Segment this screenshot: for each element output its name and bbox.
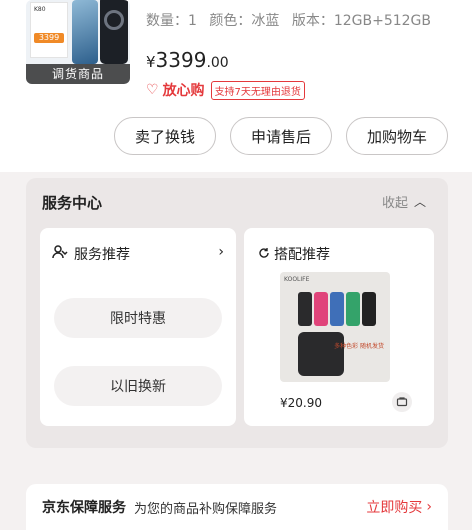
assurance-row: ♡ 放心购 支持7天无理由退货: [146, 80, 305, 100]
collapse-toggle[interactable]: 收起 ︿: [382, 192, 426, 211]
jd-protection-title: 京东保障服务: [42, 500, 126, 516]
service-center-title: 服务中心: [42, 194, 103, 212]
jd-protection-bar: 京东保障服务 为您的商品补购保障服务 立即购买 ›: [26, 484, 448, 530]
jd-protection-desc: 为您的商品补购保障服务: [134, 501, 278, 517]
bundle-recommend-title: 搭配推荐: [274, 247, 330, 263]
promo-card-image: K80 3399: [30, 2, 68, 58]
add-to-cart-button[interactable]: 加购物车: [346, 117, 448, 155]
cart-icon[interactable]: [392, 392, 412, 412]
price-integer: 3399: [155, 48, 207, 72]
return-policy-badge: 支持7天无理由退货: [210, 80, 305, 100]
spec-quantity: 数量：1: [146, 13, 197, 29]
service-recommend-header[interactable]: 服务推荐: [52, 244, 130, 264]
limited-offer-button[interactable]: 限时特惠: [54, 298, 222, 338]
chevron-right-icon[interactable]: ›: [218, 244, 224, 260]
sell-button[interactable]: 卖了换钱: [114, 117, 216, 155]
service-recommend-card: 服务推荐 › 限时特惠 以旧换新: [40, 228, 236, 426]
chevron-up-icon: ︿: [413, 195, 426, 209]
service-recommend-title: 服务推荐: [74, 247, 130, 263]
bundle-refresh-icon: [258, 247, 270, 262]
product-price: ¥3399.00: [146, 48, 229, 72]
price-currency: ¥: [146, 53, 156, 71]
promo-brand: K80: [34, 6, 46, 13]
order-item-card: K80 3399 调货商品 数量：1 颜色：冰蓝 版本：12GB+512GB ¥…: [0, 0, 472, 172]
spec-version: 版本：12GB+512GB: [291, 13, 432, 29]
assurance-text: 放心购: [162, 83, 205, 99]
spec-color: 颜色：冰蓝: [209, 13, 280, 29]
price-decimal: .00: [206, 55, 229, 71]
service-person-icon: [52, 245, 68, 263]
bundle-recommend-header: 搭配推荐: [258, 244, 330, 264]
chevron-right-icon: ›: [426, 499, 432, 515]
bundle-recommend-card: 搭配推荐 KOOLIFE 多种色彩 随机发货 ¥20.90: [244, 228, 434, 426]
bundle-product-price: ¥20.90: [280, 396, 322, 410]
bundle-price-symbol: ¥: [280, 396, 288, 410]
service-center-panel: 服务中心 收起 ︿ 服务推荐 › 限时特惠 以旧换新 搭配推荐 KOOLIFE: [26, 178, 448, 448]
bundle-price-value: 20.90: [287, 396, 322, 410]
promo-price-tag: 3399: [34, 33, 64, 43]
phone-image-blue: [72, 0, 98, 64]
bundle-product-note: 多种色彩 随机发货: [334, 343, 384, 350]
buy-now-link[interactable]: 立即购买 ›: [366, 497, 432, 517]
product-thumbnail[interactable]: K80 3399 调货商品: [26, 0, 130, 84]
after-sale-button[interactable]: 申请售后: [230, 117, 332, 155]
heart-icon: ♡: [146, 82, 159, 98]
bundle-product-image[interactable]: KOOLIFE 多种色彩 随机发货: [280, 272, 390, 382]
trade-in-button[interactable]: 以旧换新: [54, 366, 222, 406]
thumbnail-label: 调货商品: [26, 64, 130, 84]
phone-image-black: [100, 0, 128, 64]
phone-stand-image: [298, 332, 344, 376]
bundle-product-brand: KOOLIFE: [284, 276, 310, 283]
product-spec-line: 数量：1 颜色：冰蓝 版本：12GB+512GB: [146, 10, 439, 30]
buy-now-label: 立即购买: [366, 500, 423, 516]
collapse-label: 收起: [381, 196, 408, 211]
